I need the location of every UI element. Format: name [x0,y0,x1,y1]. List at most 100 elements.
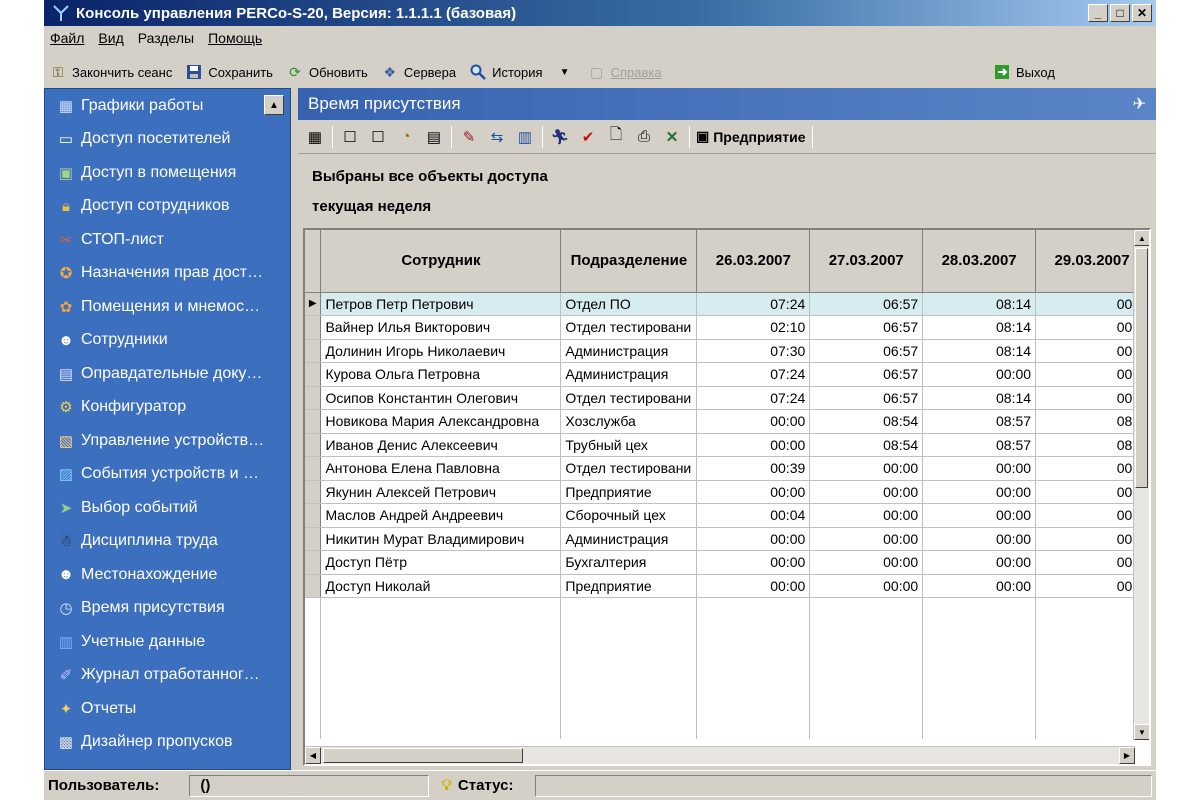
sidebar-item[interactable]: ◷ Время присутствия [45,592,290,626]
column-header-department[interactable]: Подразделение [560,230,698,293]
sidebar-item[interactable]: ▤ Оправдательные доку… [45,357,290,391]
sidebar-item[interactable]: ▭ Доступ посетителей [45,123,290,157]
row-indicator[interactable] [305,339,322,363]
menu-sections[interactable]: Разделы [138,30,194,46]
table-row[interactable]: Курова Ольга Петровна Администрация 07:24 0… [305,362,1149,387]
printer-icon[interactable]: ⎙ [633,126,655,148]
sidebar-item[interactable]: ▥ Учетные данные [45,625,290,659]
row-indicator[interactable] [305,550,322,575]
walking-person-icon[interactable]: 🏃︎ [549,126,571,148]
exit-button[interactable]: Выход [992,62,1055,82]
time-cell: 08:14 [922,292,1037,316]
row-indicator[interactable] [305,503,322,528]
employee-cell: Иванов Денис Алексеевич [320,433,562,457]
panel-title: Время присутствия [308,94,461,113]
panel-pin-icon[interactable]: ✈ [1133,94,1146,114]
scroll-up-icon[interactable]: ▲ [1134,230,1149,246]
close-button[interactable]: ✕ [1132,4,1152,22]
sidebar-item-label: Выбор событий [81,498,198,516]
table-row[interactable]: ▶ Петров Петр Петрович Отдел ПО 07:24 06:57 0… [305,292,1149,316]
enterprise-button[interactable]: ▣ Предприятие [696,128,806,145]
column-header-date[interactable]: 28.03.2007 [922,230,1037,293]
row-indicator[interactable] [305,456,322,481]
sidebar-item[interactable]: ☻ Сотрудники [45,324,290,358]
table-horizontal-scrollbar[interactable]: ◀ ▶ [305,746,1135,764]
table-vertical-scrollbar[interactable]: ▲ ▼ [1133,230,1149,740]
empty-row [305,715,1149,739]
sidebar-item[interactable]: ⚙ Конфигуратор [45,391,290,425]
objects-toggle-icon[interactable]: ☐ [367,126,389,148]
sidebar-item[interactable]: ▧ Управление устройств… [45,424,290,458]
history-dropdown[interactable]: ▼ [555,62,575,82]
table-row[interactable]: Якунин Алексей Петрович Предприятие 00:00 0… [305,480,1149,504]
new-document-icon[interactable]: 🗋︎ [605,126,627,148]
document-edit-icon[interactable]: ✎ [458,126,480,148]
sidebar-item[interactable]: ▨ События устройств и … [45,458,290,492]
table-row[interactable]: Вайнер Илья Викторович Отдел тестировани 0… [305,315,1149,340]
table-row[interactable]: Новикова Мария Александровна Хозслужба 00:… [305,409,1149,434]
row-indicator[interactable] [305,386,322,410]
row-indicator[interactable] [305,527,322,551]
menu-file[interactable]: Файл [50,30,84,46]
row-indicator[interactable] [305,574,322,598]
vertical-scroll-thumb[interactable] [1135,248,1148,488]
table-row[interactable]: Доступ Николай Предприятие 00:00 00:00 00:00… [305,574,1149,598]
row-indicator[interactable] [305,315,322,340]
sidebar-item[interactable]: ✂ СТОП-лист [45,223,290,257]
help-button[interactable]: ▢ Справка [587,62,662,82]
sidebar-item[interactable]: ✐ Журнал отработанног… [45,659,290,693]
table-row[interactable]: Осипов Константин Олегович Отдел тестиров… [305,386,1149,410]
sidebar-item[interactable]: ☻ Местонахождение [45,558,290,592]
sidebar-item[interactable]: ▦ Графики работы [45,89,290,123]
table-row[interactable]: Никитин Мурат Владимирович Администрация 0… [305,527,1149,551]
row-indicator[interactable]: ▶ [305,292,322,316]
menu-view[interactable]: Вид [98,30,123,46]
horizontal-scroll-thumb[interactable] [323,748,523,763]
filter-tool-icon[interactable]: ▦ [304,126,326,148]
end-session-button[interactable]: ⚿ Закончить сеанс [48,62,173,82]
maximize-button[interactable]: □ [1110,4,1130,22]
people-toggle-icon[interactable]: ☐ [339,126,361,148]
sidebar-item[interactable]: ▩ Дизайнер пропусков [45,726,290,760]
column-header-date[interactable]: 26.03.2007 [696,230,811,293]
table-row[interactable]: Доступ Пётр Бухгалтерия 00:00 00:00 00:00 00:… [305,550,1149,575]
save-button[interactable]: Сохранить [184,62,273,82]
row-indicator[interactable] [305,409,322,434]
scroll-down-icon[interactable]: ▼ [1134,724,1149,740]
clock-icon[interactable]: ◔ [395,126,417,148]
table-row[interactable]: Долинин Игорь Николаевич Администрация 07:… [305,339,1149,363]
row-indicator[interactable] [305,480,322,504]
sidebar-item[interactable]: 🔒︎ Доступ сотрудников [45,190,290,224]
empty-cell [560,621,698,645]
sidebar-item[interactable]: ▣ Доступ в помещения [45,156,290,190]
history-button[interactable]: История [468,62,543,82]
column-header-date[interactable]: 29.03.2007 [1035,230,1149,293]
scroll-right-icon[interactable]: ▶ [1119,747,1135,764]
servers-button[interactable]: ❖ Сервера [380,62,457,82]
row-indicator[interactable] [305,362,322,387]
row-indicator[interactable] [305,433,322,457]
column-header-employee[interactable]: Сотрудник [320,230,562,293]
sidebar-item[interactable]: ➤ Выбор событий [45,491,290,525]
sidebar-item[interactable]: ✿ Помещения и мнемос… [45,290,290,324]
help-icon: ▢ [589,63,604,80]
refresh-button[interactable]: ⟳ Обновить [285,62,368,82]
servers-label: Сервера [403,64,457,80]
sidebar-item[interactable]: ✦ Отчеты [45,692,290,726]
column-header-date[interactable]: 27.03.2007 [809,230,924,293]
menu-help[interactable]: Помощь [208,30,262,46]
report-icon[interactable]: ▤ [423,126,445,148]
table-row[interactable]: Маслов Андрей Андреевич Сборочный цех 00:0… [305,503,1149,528]
table-row[interactable]: Антонова Елена Павловна Отдел тестировани… [305,456,1149,481]
time-cell: 08:5 [1035,433,1149,457]
table-row[interactable]: Иванов Денис Алексеевич Трубный цех 00:00 0… [305,433,1149,457]
excel-export-icon[interactable]: ✕ [661,126,683,148]
sidebar-scroll-up-button[interactable]: ▲ [264,95,284,115]
minimize-button[interactable]: _ [1088,4,1108,22]
calendar-icon[interactable]: ▥ [514,126,536,148]
transfer-icon[interactable]: ⇆ [486,126,508,148]
checkmark-icon[interactable]: ✔ [577,126,599,148]
scroll-left-icon[interactable]: ◀ [305,747,321,764]
sidebar-item[interactable]: ✪ Назначения прав дост… [45,257,290,291]
sidebar-item[interactable]: ☃ Дисциплина труда [45,525,290,559]
